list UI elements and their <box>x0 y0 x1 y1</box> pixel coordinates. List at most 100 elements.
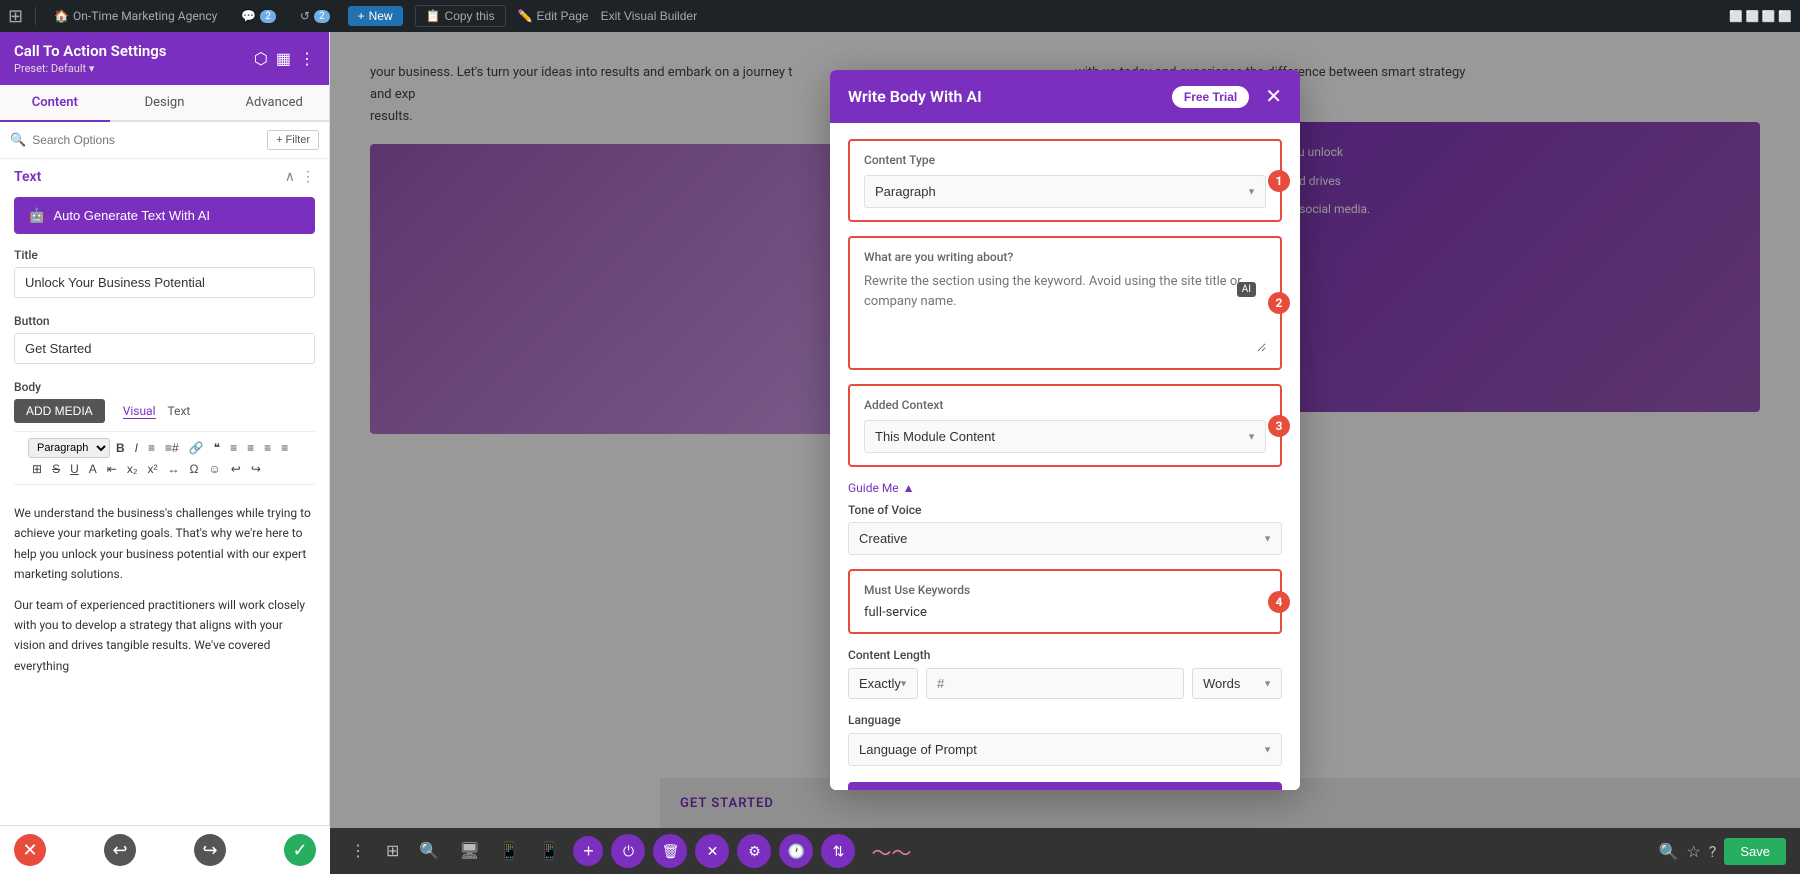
page-canvas: your business. Let's turn your ideas int… <box>330 32 1800 874</box>
visual-tab[interactable]: Visual <box>123 404 156 419</box>
settings-canvas-button[interactable]: ⚙ <box>737 834 771 868</box>
free-trial-button[interactable]: Free Trial <box>1172 86 1249 108</box>
align-right-button[interactable]: ≡ <box>260 439 275 457</box>
power-button[interactable]: ⏻ <box>611 834 645 868</box>
added-context-section: 3 Added Context This Module Content Enti… <box>848 384 1282 467</box>
editor-toolbar: Paragraph B I ≡ ≡# 🔗 ❝ ≡ ≡ ≡ ≡ ⊞ S U A ⇤… <box>14 431 315 485</box>
indent-decrease-button[interactable]: ⇤ <box>103 460 121 478</box>
generate-text-button[interactable]: 5 Generate Text <box>848 782 1282 790</box>
modal-overlay: Write Body With AI Free Trial ✕ 1 Conten… <box>330 32 1800 828</box>
guide-me-link[interactable]: Guide Me ▲ <box>848 481 1282 495</box>
redo-sidebar-button[interactable]: ↪ <box>194 834 226 866</box>
language-select[interactable]: Language of Prompt English Spanish Frenc… <box>848 733 1282 766</box>
length-number-input[interactable] <box>926 668 1184 699</box>
expand-icon[interactable]: ⬡ <box>254 49 268 68</box>
more-options-icon[interactable]: ⋮ <box>301 169 315 185</box>
search-icon-right[interactable]: 🔍 <box>1659 842 1679 861</box>
sidebar-preset[interactable]: Preset: Default ▾ <box>14 62 167 75</box>
monitor-button[interactable]: 🖥 <box>453 837 485 865</box>
content-type-select-wrapper: Paragraph Bullet Points Numbered List <box>864 175 1266 208</box>
new-button[interactable]: + New <box>348 6 403 26</box>
menu-button[interactable]: ⋮ <box>344 837 372 865</box>
mobile-button[interactable]: 📱 <box>534 837 566 865</box>
button-input[interactable] <box>14 333 315 364</box>
step-badge-2: 2 <box>1268 292 1290 314</box>
chevron-up-icon[interactable]: ∧ <box>285 169 295 185</box>
more-icon[interactable]: ⋮ <box>299 49 315 68</box>
modal-title: Write Body With AI <box>848 87 982 106</box>
bold-button[interactable]: B <box>112 439 129 457</box>
modal-close-button[interactable]: ✕ <box>1265 84 1282 109</box>
undo-sidebar-button[interactable]: ↩ <box>104 834 136 866</box>
cancel-button[interactable]: ✕ <box>14 834 46 866</box>
exit-builder-button[interactable]: Exit Visual Builder <box>601 9 698 23</box>
revisions[interactable]: ↺ 2 <box>294 5 336 27</box>
star-icon[interactable]: ☆ <box>1686 842 1700 861</box>
length-type-select[interactable]: Exactly About At Least At Most <box>848 668 918 699</box>
table-button[interactable]: ⊞ <box>28 460 46 478</box>
add-media-button[interactable]: ADD MEDIA <box>14 399 105 423</box>
copy-button[interactable]: 📋 Copy this <box>415 5 506 27</box>
sidebar-header-icons: ⬡ ▦ ⋮ <box>254 49 315 68</box>
add-element-button[interactable]: + <box>573 836 603 866</box>
step-badge-1: 1 <box>1268 170 1290 192</box>
strikethrough-button[interactable]: S <box>48 460 64 478</box>
comments[interactable]: 💬 2 <box>235 5 282 27</box>
step-badge-4: 4 <box>1268 591 1290 613</box>
format-select[interactable]: Paragraph <box>28 438 110 458</box>
tab-design[interactable]: Design <box>110 85 220 122</box>
wp-logo-icon[interactable]: ⊞ <box>8 6 23 27</box>
link-button[interactable]: 🔗 <box>185 439 208 457</box>
tab-content[interactable]: Content <box>0 85 110 122</box>
length-unit-select-wrapper: Words Sentences Paragraphs <box>1192 668 1282 699</box>
content-type-select[interactable]: Paragraph Bullet Points Numbered List <box>864 175 1266 208</box>
tab-advanced[interactable]: Advanced <box>219 85 329 122</box>
grid-button[interactable]: ⊞ <box>380 837 405 865</box>
delete-button[interactable]: 🗑 <box>653 834 687 868</box>
length-unit-select[interactable]: Words Sentences Paragraphs <box>1192 668 1282 699</box>
underline-button[interactable]: U <box>66 460 83 478</box>
redo-button[interactable]: ↪ <box>247 460 265 478</box>
writing-about-textarea[interactable] <box>864 272 1266 352</box>
align-center-button[interactable]: ≡ <box>243 439 258 457</box>
sidebar-header: Call To Action Settings Preset: Default … <box>0 32 329 85</box>
ul-button[interactable]: ≡ <box>144 439 159 457</box>
title-label: Title <box>14 248 315 262</box>
close-canvas-button[interactable]: ✕ <box>695 834 729 868</box>
ai-generate-button[interactable]: 🤖 Auto Generate Text With AI <box>14 197 315 234</box>
search-input[interactable] <box>32 133 261 147</box>
tablet-button[interactable]: 📱 <box>494 837 526 865</box>
emoji-button[interactable]: ☺ <box>204 460 224 478</box>
text-tab[interactable]: Text <box>168 404 191 419</box>
length-type-select-wrapper: Exactly About At Least At Most <box>848 668 918 699</box>
search-canvas-button[interactable]: 🔍 <box>413 837 445 865</box>
ol-button[interactable]: ≡# <box>161 439 183 457</box>
help-icon[interactable]: ? <box>1709 842 1717 861</box>
undo-button[interactable]: ↩ <box>227 460 245 478</box>
align-left-button[interactable]: ≡ <box>226 439 241 457</box>
align-justify-button[interactable]: ≡ <box>277 439 292 457</box>
layers-button[interactable]: ⇅ <box>821 834 855 868</box>
subscript-button[interactable]: x₂ <box>123 460 142 478</box>
site-name[interactable]: 🏠 On-Time Marketing Agency <box>48 5 223 27</box>
align-full-button[interactable]: ↔ <box>164 460 184 478</box>
tone-select[interactable]: Creative Professional Casual Formal <box>848 522 1282 555</box>
columns-icon[interactable]: ▦ <box>276 49 291 68</box>
quote-button[interactable]: ❝ <box>210 439 224 457</box>
color-button[interactable]: A <box>85 460 101 478</box>
step-badge-3: 3 <box>1268 415 1290 437</box>
title-input[interactable] <box>14 267 315 298</box>
superscript-button[interactable]: x² <box>144 460 162 478</box>
user-icons: ⬜ ⬜ ⬜ ⬜ <box>1729 10 1792 23</box>
special-chars-button[interactable]: Ω <box>186 460 203 478</box>
history-button[interactable]: 🕐 <box>779 834 813 868</box>
divider <box>35 7 36 25</box>
filter-button[interactable]: + Filter <box>267 130 319 150</box>
added-context-select[interactable]: This Module Content Entire Page None <box>864 420 1266 453</box>
content-length-label: Content Length <box>848 648 1282 662</box>
edit-page-button[interactable]: ✏️ Edit Page <box>518 9 589 23</box>
save-button[interactable]: Save <box>1724 838 1786 865</box>
confirm-button[interactable]: ✓ <box>284 834 316 866</box>
italic-button[interactable]: I <box>131 439 142 457</box>
sidebar: Call To Action Settings Preset: Default … <box>0 32 330 874</box>
